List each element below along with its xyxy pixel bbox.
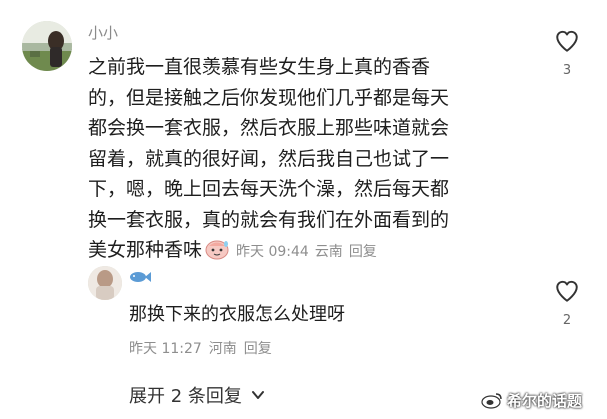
avatar-image: [22, 21, 72, 71]
reply-reply-button[interactable]: 回复: [244, 341, 272, 357]
comment-last-line: 美女那种香味 昨天 09:44 云南 回复: [88, 235, 528, 268]
comment-line: 之前我一直很羡慕有些女生身上真的香香: [88, 56, 431, 78]
comment-line: 留着，就真的很好闻，然后我自己也试了一: [88, 147, 450, 170]
avatar-image: [88, 266, 122, 300]
weibo-logo-icon: [481, 393, 502, 409]
comment-time: 昨天 09:44: [236, 244, 309, 260]
watermark-text: 希尔的话题: [507, 391, 583, 410]
reply-avatar[interactable]: [88, 266, 122, 300]
comment-line: 的，但是接触之后你发现他们几乎都是每天: [88, 86, 450, 109]
heart-outline-icon[interactable]: [554, 28, 580, 54]
reply-meta: 昨天 11:27 河南 回复: [129, 338, 279, 358]
reply-location: 河南: [208, 341, 237, 357]
chevron-down-icon: [251, 391, 264, 399]
heart-outline-icon[interactable]: [554, 278, 580, 304]
reply-text: 那换下来的衣服怎么处理呀: [129, 304, 345, 325]
comment-meta: 昨天 09:44 云南 回复: [236, 244, 383, 260]
comment-line: 都会换一套衣服，然后衣服上那些味道就会: [88, 117, 450, 139]
comment-avatar[interactable]: [22, 21, 72, 71]
comment-like-count: 3: [562, 63, 572, 78]
comment-location: 云南: [314, 244, 343, 260]
comment-line: 换一套衣服，真的就会有我们在外面看到的: [88, 208, 450, 231]
sweaty-face-emoji-icon: [205, 240, 229, 260]
comment-text: 之前我一直很羡慕有些女生身上真的香香 的，但是接触之后你发现他们几乎都是每天 都…: [88, 52, 528, 268]
comment-username[interactable]: 小小: [88, 22, 118, 43]
comment-line: 下，嗯，晚上回去每天洗个澡，然后每天都: [88, 178, 450, 200]
reply-like-count: 2: [562, 313, 572, 328]
reply-time: 昨天 11:27: [129, 341, 202, 357]
comment-line: 美女那种香味: [88, 239, 203, 261]
comment-reply-button[interactable]: 回复: [349, 244, 377, 260]
expand-replies-label: 展开 2 条回复: [129, 386, 242, 407]
fish-badge-icon: [130, 272, 151, 282]
expand-replies-button[interactable]: 展开 2 条回复: [129, 382, 266, 408]
watermark: 希尔的话题: [477, 386, 588, 414]
